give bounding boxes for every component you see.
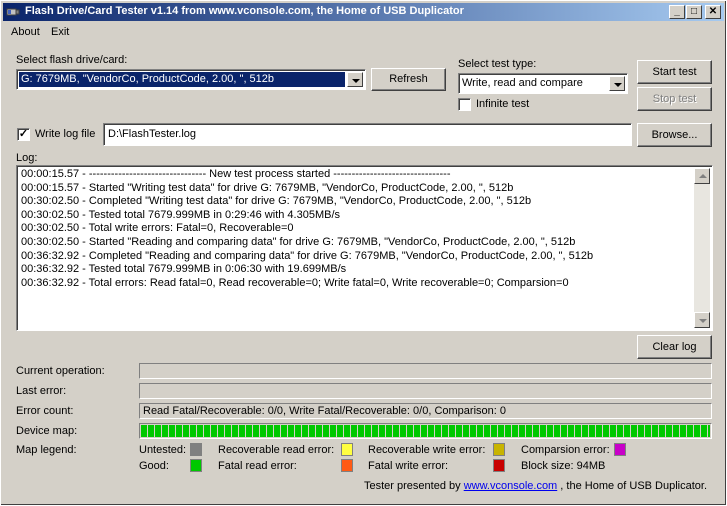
write-log-label: Write log file: [35, 128, 96, 140]
legend-untested-swatch: [190, 443, 202, 456]
test-type-select[interactable]: Write, read and compare: [458, 73, 628, 94]
legend-recoverable-write-label: Recoverable write error:: [368, 444, 486, 456]
clear-log-button[interactable]: Clear log: [637, 335, 712, 359]
chevron-down-icon[interactable]: [347, 72, 363, 87]
log-line: 00:30:02.50 - Completed "Writing test da…: [21, 195, 532, 208]
log-line: 00:30:02.50 - Total write errors: Fatal=…: [21, 222, 294, 235]
last-error-field: [139, 383, 712, 399]
log-content: 00:00:15.57 - --------------------------…: [21, 168, 690, 328]
error-count-field: Read Fatal/Recoverable: 0/0, Write Fatal…: [139, 403, 712, 419]
legend-recoverable-write-swatch: [493, 443, 505, 456]
chevron-down-icon[interactable]: [609, 76, 625, 91]
log-textarea[interactable]: 00:00:15.57 - --------------------------…: [16, 165, 713, 331]
block-size-label: Block size: 94MB: [521, 460, 606, 472]
close-button[interactable]: ✕: [705, 5, 721, 19]
device-map-label: Device map:: [16, 425, 78, 437]
stop-test-button[interactable]: Stop test: [637, 87, 712, 111]
log-label: Log:: [16, 152, 38, 164]
error-count-label: Error count:: [16, 405, 74, 417]
usb-drive-icon: [6, 8, 20, 16]
legend-good-swatch: [190, 459, 202, 472]
vconsole-link[interactable]: www.vconsole.com: [464, 480, 558, 492]
scroll-down-icon[interactable]: [694, 312, 710, 328]
device-map: [139, 423, 712, 439]
last-error-label: Last error:: [16, 385, 67, 397]
legend-fatal-write-label: Fatal write error:: [368, 460, 449, 472]
legend-fatal-read-swatch: [341, 459, 353, 472]
legend-untested-label: Untested:: [139, 444, 187, 456]
test-type-value: Write, read and compare: [462, 77, 583, 89]
log-line: 00:30:02.50 - Tested total 7679.999MB in…: [21, 208, 341, 221]
menu-about[interactable]: About: [11, 26, 40, 38]
infinite-test-checkbox[interactable]: [458, 98, 471, 111]
infinite-test-label: Infinite test: [476, 98, 530, 110]
log-line: 00:00:15.57 - --------------------------…: [21, 168, 451, 180]
drive-label: Select flash drive/card:: [16, 54, 128, 66]
device-map-fill: [141, 425, 710, 437]
drive-select[interactable]: G: 7679MB, "VendorCo, ProductCode, 2.00,…: [16, 69, 366, 90]
footer-credit: Tester presented by www.vconsole.com , t…: [364, 480, 707, 492]
current-operation-field: [139, 363, 712, 379]
log-path-value: D:\FlashTester.log: [108, 128, 197, 140]
browse-button[interactable]: Browse...: [637, 123, 712, 147]
window-title: Flash Drive/Card Tester v1.14 from www.v…: [25, 5, 464, 17]
legend-good-label: Good:: [139, 460, 169, 472]
title-bar[interactable]: Flash Drive/Card Tester v1.14 from www.v…: [3, 3, 724, 21]
legend-fatal-write-swatch: [493, 459, 505, 472]
menu-bar: About Exit: [3, 23, 724, 41]
maximize-button[interactable]: □: [686, 5, 702, 19]
log-line: 00:36:32.92 - Tested total 7679.999MB in…: [21, 263, 347, 276]
log-line: 00:36:32.92 - Total errors: Read fatal=0…: [21, 276, 569, 289]
app-window: Flash Drive/Card Tester v1.14 from www.v…: [0, 0, 727, 506]
footer-prefix: Tester presented by: [364, 480, 461, 492]
menu-exit[interactable]: Exit: [51, 26, 69, 38]
legend-recoverable-read-swatch: [341, 443, 353, 456]
legend-comparsion-label: Comparsion error:: [521, 444, 610, 456]
checkmark-icon: ✓: [18, 128, 29, 140]
footer-suffix: , the Home of USB Duplicator.: [560, 480, 708, 492]
legend-fatal-read-label: Fatal read error:: [218, 460, 297, 472]
refresh-button[interactable]: Refresh: [371, 68, 446, 91]
log-line: 00:36:32.92 - Completed "Reading and com…: [21, 249, 594, 262]
log-line: 00:30:02.50 - Started "Reading and compa…: [21, 235, 576, 248]
minimize-button[interactable]: _: [669, 5, 685, 19]
map-legend-label: Map legend:: [16, 444, 77, 456]
start-test-button[interactable]: Start test: [637, 60, 712, 84]
scroll-up-icon[interactable]: [694, 168, 710, 184]
log-line: 00:00:15.57 - Started "Writing test data…: [21, 181, 514, 194]
drive-select-value: G: 7679MB, "VendorCo, ProductCode, 2.00,…: [19, 72, 345, 87]
legend-comparsion-swatch: [614, 443, 626, 456]
test-type-label: Select test type:: [458, 58, 537, 70]
write-log-checkbox[interactable]: ✓: [17, 128, 30, 141]
current-operation-label: Current operation:: [16, 365, 105, 377]
log-scrollbar[interactable]: [694, 168, 710, 328]
log-path-input[interactable]: D:\FlashTester.log: [103, 123, 632, 146]
legend-recoverable-read-label: Recoverable read error:: [218, 444, 335, 456]
